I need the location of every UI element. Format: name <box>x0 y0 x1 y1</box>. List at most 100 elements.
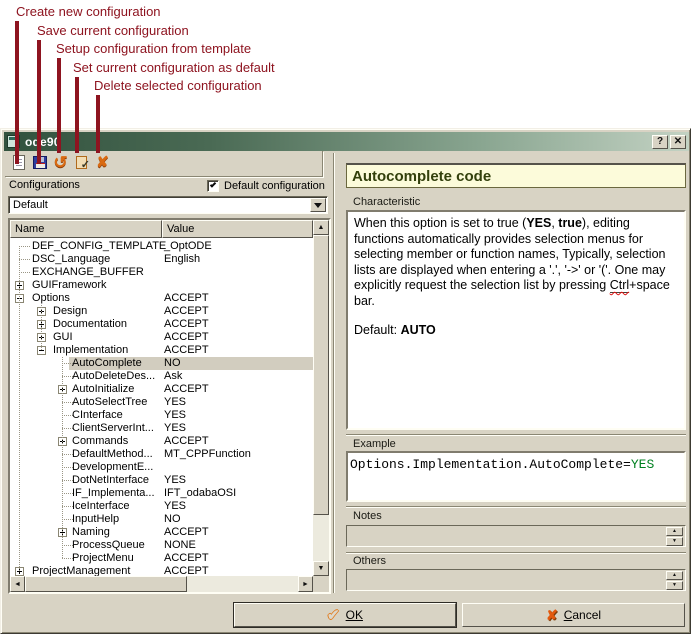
example-textbox[interactable]: Options.Implementation.AutoComplete=YES <box>346 451 686 502</box>
tree-row[interactable]: ProjectManagementACCEPT <box>10 565 313 576</box>
configuration-toolbar: ↺✓✘ <box>5 151 323 177</box>
tree-item-value: ACCEPT <box>164 344 209 357</box>
tree-row[interactable]: Implementation ACCEPT <box>10 344 313 357</box>
combo-dropdown-button[interactable] <box>310 198 326 212</box>
default-configuration-checkbox[interactable] <box>207 180 219 192</box>
tree-row[interactable]: DevelopmentE... <box>10 461 313 474</box>
others-label: Others <box>353 555 386 567</box>
scroll-right-button[interactable]: ► <box>298 576 313 592</box>
annotation-label: Set current configuration as default <box>73 60 275 75</box>
tree-row[interactable]: GUIFramework <box>10 279 313 292</box>
tree-item-name: DotNetInterface <box>72 474 149 487</box>
tree-row[interactable]: AutoDeleteDes...Ask <box>10 370 313 383</box>
tree-row[interactable]: IF_Implementa...IFT_odabaOSI <box>10 487 313 500</box>
ok-button-label: OK <box>346 608 363 622</box>
tree-item-name: Implementation <box>53 344 128 357</box>
tree-item-name: DSC_Language <box>32 253 110 266</box>
vertical-scrollbar-thumb[interactable] <box>313 235 329 515</box>
scroll-down-button[interactable]: ▼ <box>313 561 329 576</box>
tree-item-value: Ask <box>164 370 182 383</box>
tree-row[interactable]: DEF_CONFIG_TEMPLATE_OptODE <box>10 240 313 253</box>
tree-row[interactable]: DSC_LanguageEnglish <box>10 253 313 266</box>
set-default-configuration-icon[interactable]: ✓ <box>73 154 90 171</box>
tree-row[interactable]: AutoInitialize ACCEPT <box>10 383 313 396</box>
window-icon <box>7 135 20 148</box>
tree-item-name: AutoInitialize <box>72 383 134 396</box>
tree-item-value: NO <box>164 357 181 370</box>
tree-item-value: YES <box>164 396 186 409</box>
cancel-button[interactable]: ✘ Cancel <box>462 603 685 627</box>
separator <box>346 552 686 554</box>
characteristic-default: Default: AUTO <box>348 313 684 343</box>
notes-label: Notes <box>353 510 382 522</box>
tree-row[interactable]: GUIACCEPT <box>10 331 313 344</box>
annotation-label: Save current configuration <box>37 23 189 38</box>
tree-item-value: YES <box>164 422 186 435</box>
others-spin-up-button[interactable]: ▲ <box>666 571 683 580</box>
tree-item-value: ACCEPT <box>164 383 209 396</box>
tree-item-value: YES <box>164 474 186 487</box>
window-title: ode90 <box>25 135 61 149</box>
configuration-dialog: ode90 ? ✕ ↺✓✘ Configurations Default con… <box>0 128 691 634</box>
tree-row[interactable]: DesignACCEPT <box>10 305 313 318</box>
save-configuration-icon[interactable] <box>31 154 48 171</box>
characteristic-text: When this option is set to true (YES, tr… <box>348 212 684 313</box>
tree-row[interactable]: AutoSelectTree YES <box>10 396 313 409</box>
scroll-left-button[interactable]: ◄ <box>10 576 25 592</box>
tree-row[interactable]: ProcessQueueNONE <box>10 539 313 552</box>
new-configuration-icon[interactable] <box>10 154 27 171</box>
tree-row[interactable]: EXCHANGE_BUFFER <box>10 266 313 279</box>
tree-row[interactable]: IceInterfaceYES <box>10 500 313 513</box>
tree-item-value: YES <box>164 409 186 422</box>
tree-row[interactable]: ProjectMenuACCEPT <box>10 552 313 565</box>
setup-from-template-icon[interactable]: ↺ <box>52 154 69 171</box>
tree-item-value: ACCEPT <box>164 331 209 344</box>
tree-item-value: YES <box>164 500 186 513</box>
checkmark-icon <box>210 181 216 187</box>
tree-row[interactable]: DefaultMethod...MT_CPPFunction <box>10 448 313 461</box>
tree-item-name: DEF_CONFIG_TEMPLATE <box>32 240 166 253</box>
scroll-up-button[interactable]: ▲ <box>313 220 329 235</box>
panel-splitter[interactable] <box>333 153 335 593</box>
example-label: Example <box>353 438 396 450</box>
ok-button[interactable]: ✔ OK <box>234 603 456 627</box>
tree-row[interactable]: InputHelpNO <box>10 513 313 526</box>
tree-item-value: NO <box>164 513 181 526</box>
tree-item-value: ACCEPT <box>164 292 209 305</box>
delete-configuration-icon[interactable]: ✘ <box>94 154 111 171</box>
tree-item-name: ProjectMenu <box>72 552 134 565</box>
detail-title: Autocomplete code <box>347 165 685 185</box>
others-field[interactable]: ▲ ▼ <box>346 569 686 591</box>
notes-spin-down-button[interactable]: ▼ <box>666 537 683 546</box>
tree-row[interactable]: AutoCompleteNO <box>10 357 313 370</box>
tree-connector <box>19 259 30 260</box>
tree-row[interactable]: ClientServerInt...YES <box>10 422 313 435</box>
detail-header: Autocomplete code <box>346 163 686 188</box>
tree-spine <box>41 305 42 350</box>
separator <box>346 506 686 508</box>
tree-item-value: NONE <box>164 539 196 552</box>
tree-item-name: AutoSelectTree <box>72 396 147 409</box>
tree-row[interactable]: CInterfaceYES <box>10 409 313 422</box>
configuration-select-value: Default <box>13 199 48 211</box>
tree-item-name: DevelopmentE... <box>72 461 153 474</box>
tree-row[interactable]: OptionsACCEPT <box>10 292 313 305</box>
configuration-select[interactable]: Default <box>8 196 328 214</box>
tree-row[interactable]: NamingACCEPT <box>10 526 313 539</box>
characteristic-textbox[interactable]: When this option is set to true (YES, tr… <box>346 210 686 430</box>
tree-row[interactable]: DotNetInterface YES <box>10 474 313 487</box>
tree-item-value: IFT_odabaOSI <box>164 487 236 500</box>
example-code: Options.Implementation.AutoComplete=YES <box>348 453 684 476</box>
others-spin-down-button[interactable]: ▼ <box>666 581 683 590</box>
notes-spin-up-button[interactable]: ▲ <box>666 527 683 536</box>
tree-row[interactable]: DocumentationACCEPT <box>10 318 313 331</box>
tree-row[interactable]: CommandsACCEPT <box>10 435 313 448</box>
title-bar[interactable]: ode90 ? ✕ <box>4 132 689 151</box>
help-button[interactable]: ? <box>652 135 668 149</box>
annotation-label: Delete selected configuration <box>94 78 262 93</box>
close-button[interactable]: ✕ <box>670 135 686 149</box>
tree-item-name: GUIFramework <box>32 279 107 292</box>
notes-field[interactable]: ▲ ▼ <box>346 525 686 547</box>
configuration-tree: Name Value DEF_CONFIG_TEMPLATE_OptODEDSC… <box>8 218 331 594</box>
horizontal-scrollbar-thumb[interactable] <box>25 576 187 592</box>
